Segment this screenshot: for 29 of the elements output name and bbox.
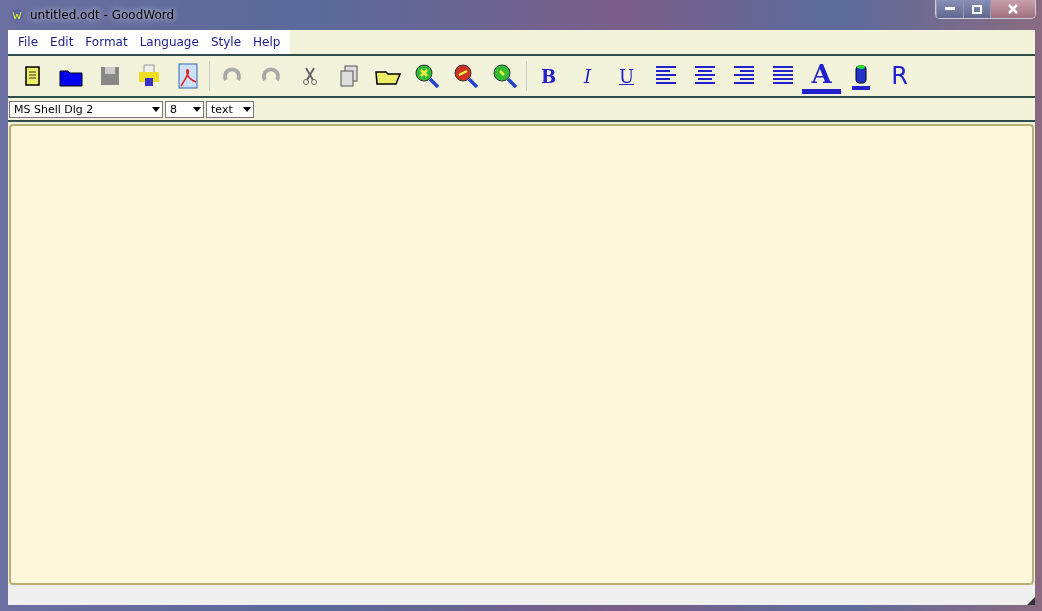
close-icon (1008, 4, 1018, 14)
window-title: untitled.odt - GoodWord (30, 8, 176, 22)
close-button[interactable] (990, 0, 1035, 18)
format-button[interactable]: I (568, 58, 607, 94)
font-dropdown[interactable]: MS Shell Dlg 2 (9, 100, 163, 118)
maximize-button[interactable] (963, 0, 990, 18)
dropdown-value: MS Shell Dlg 2 (14, 102, 94, 116)
resize-grip-icon (1027, 597, 1035, 605)
menu-item[interactable]: Edit (44, 35, 80, 49)
format-button[interactable]: B (529, 58, 568, 94)
font-color-button[interactable]: A (802, 58, 841, 94)
script-button[interactable]: R (880, 58, 919, 94)
menu-item[interactable]: Help (247, 35, 287, 49)
menu-item[interactable]: Language (133, 35, 205, 49)
dropdown-value: 8 (170, 102, 177, 116)
zoom-out-icon (451, 62, 480, 90)
menu-item[interactable]: File (12, 35, 45, 49)
dropdown-value: text (211, 102, 233, 116)
menu-item[interactable]: Style (204, 35, 247, 49)
format-button[interactable]: U (607, 58, 646, 94)
menu-item[interactable]: Format (79, 35, 134, 49)
style-dropdown[interactable]: text (206, 100, 254, 118)
minimize-button[interactable] (936, 0, 963, 18)
maximize-icon (972, 4, 982, 14)
zoom-in-icon (412, 62, 441, 90)
app-logo-icon (10, 8, 24, 22)
minimize-icon (945, 7, 955, 11)
zoom-icon (490, 62, 519, 90)
size-dropdown[interactable]: 8 (165, 100, 204, 118)
